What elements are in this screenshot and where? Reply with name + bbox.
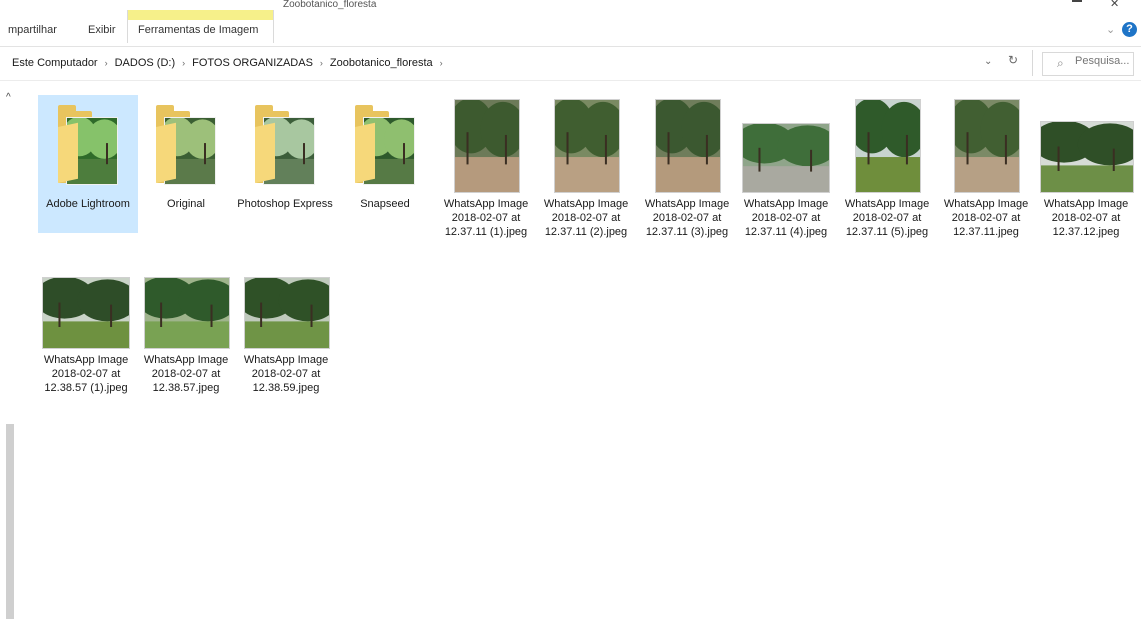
item-label: WhatsApp Image 2018-02-07 at 12.37.12.jp… xyxy=(1043,198,1129,238)
window-title: Zoobotanico_floresta xyxy=(283,0,377,10)
item-label: WhatsApp Image 2018-02-07 at 12.37.11 (1… xyxy=(443,198,529,238)
item-label: WhatsApp Image 2018-02-07 at 12.37.11 (5… xyxy=(844,198,930,238)
image-thumbnail xyxy=(837,95,937,195)
breadcrumb-este-computador[interactable]: Este Computador xyxy=(8,57,102,69)
folder-item[interactable]: Original xyxy=(136,95,236,233)
image-file-item[interactable]: WhatsApp Image 2018-02-07 at 12.38.59.jp… xyxy=(236,251,336,394)
folder-item[interactable]: Snapseed xyxy=(335,95,435,233)
image-file-item[interactable]: WhatsApp Image 2018-02-07 at 12.37.11.jp… xyxy=(936,95,1036,238)
address-dropdown-icon[interactable]: ⌄ xyxy=(984,56,992,67)
folder-icon xyxy=(136,95,236,195)
contextual-tab-highlight xyxy=(128,10,273,20)
breadcrumb-chevron-icon[interactable]: › xyxy=(317,58,326,68)
item-label: Snapseed xyxy=(360,198,410,210)
item-label: WhatsApp Image 2018-02-07 at 12.38.57.jp… xyxy=(143,354,229,394)
image-file-item[interactable]: WhatsApp Image 2018-02-07 at 12.37.12.jp… xyxy=(1036,95,1136,238)
item-label: WhatsApp Image 2018-02-07 at 12.37.11 (4… xyxy=(743,198,829,238)
divider xyxy=(1032,50,1033,76)
address-bar[interactable]: Este Computador › DADOS (D:) › FOTOS ORG… xyxy=(0,52,1032,74)
image-file-item[interactable]: WhatsApp Image 2018-02-07 at 12.38.57 (1… xyxy=(36,251,136,394)
ribbon: Zoobotanico_floresta mpartilhar Exibir F… xyxy=(0,0,1141,47)
item-label: WhatsApp Image 2018-02-07 at 12.38.57 (1… xyxy=(43,354,129,394)
image-file-item[interactable]: WhatsApp Image 2018-02-07 at 12.37.11 (4… xyxy=(736,95,836,238)
image-thumbnail xyxy=(236,251,336,351)
item-label: Photoshop Express xyxy=(237,198,333,210)
image-thumbnail xyxy=(637,95,737,195)
breadcrumb-chevron-icon[interactable]: › xyxy=(102,58,111,68)
image-thumbnail xyxy=(536,95,636,195)
help-icon[interactable]: ? xyxy=(1122,22,1137,37)
image-thumbnail xyxy=(936,95,1036,195)
minimize-icon[interactable] xyxy=(1072,0,1082,2)
image-file-item[interactable]: WhatsApp Image 2018-02-07 at 12.38.57.jp… xyxy=(136,251,236,394)
tab-compartilhar[interactable]: mpartilhar xyxy=(4,21,61,39)
image-thumbnail xyxy=(36,251,136,351)
image-thumbnail xyxy=(1036,95,1136,195)
scrollbar-thumb[interactable] xyxy=(6,424,14,619)
tab-exibir[interactable]: Exibir xyxy=(84,21,120,39)
breadcrumb-chevron-icon[interactable]: › xyxy=(437,58,446,68)
tab-ferramentas-de-imagem[interactable]: Ferramentas de Imagem xyxy=(127,10,274,43)
item-label: WhatsApp Image 2018-02-07 at 12.37.11 (2… xyxy=(543,198,629,238)
image-file-item[interactable]: WhatsApp Image 2018-02-07 at 12.37.11 (2… xyxy=(536,95,636,238)
divider xyxy=(0,80,1141,81)
search-box[interactable]: ⌕ xyxy=(1042,52,1134,76)
expand-ribbon-chevron-icon[interactable]: ⌄ xyxy=(1106,23,1115,36)
breadcrumb-zoobotanico-floresta[interactable]: Zoobotanico_floresta xyxy=(326,57,437,69)
image-file-item[interactable]: WhatsApp Image 2018-02-07 at 12.37.11 (5… xyxy=(837,95,937,238)
breadcrumb: Este Computador › DADOS (D:) › FOTOS ORG… xyxy=(8,52,446,74)
vertical-scrollbar[interactable]: ^ xyxy=(0,86,18,619)
image-file-item[interactable]: WhatsApp Image 2018-02-07 at 12.37.11 (1… xyxy=(436,95,536,238)
folder-icon xyxy=(335,95,435,195)
item-label: WhatsApp Image 2018-02-07 at 12.37.11 (3… xyxy=(644,198,730,238)
folder-item[interactable]: Adobe Lightroom xyxy=(38,95,138,233)
search-icon: ⌕ xyxy=(1057,56,1064,70)
breadcrumb-chevron-icon[interactable]: › xyxy=(179,58,188,68)
folder-icon xyxy=(38,95,138,195)
image-thumbnail xyxy=(436,95,536,195)
folder-icon xyxy=(235,95,335,195)
breadcrumb-dados[interactable]: DADOS (D:) xyxy=(111,57,180,69)
refresh-icon[interactable]: ↻ xyxy=(1008,53,1018,67)
image-file-item[interactable]: WhatsApp Image 2018-02-07 at 12.37.11 (3… xyxy=(637,95,737,238)
image-thumbnail xyxy=(136,251,236,351)
image-thumbnail xyxy=(736,95,836,195)
item-label: WhatsApp Image 2018-02-07 at 12.37.11.jp… xyxy=(943,198,1029,238)
breadcrumb-fotos-organizadas[interactable]: FOTOS ORGANIZADAS xyxy=(188,57,317,69)
item-label: Original xyxy=(167,198,205,210)
scroll-up-icon[interactable]: ^ xyxy=(6,92,11,103)
close-icon[interactable]: ✕ xyxy=(1110,0,1120,10)
item-label: Adobe Lightroom xyxy=(46,198,130,210)
tab-label: Ferramentas de Imagem xyxy=(138,24,259,36)
item-label: WhatsApp Image 2018-02-07 at 12.38.59.jp… xyxy=(243,354,329,394)
folder-item[interactable]: Photoshop Express xyxy=(235,95,335,233)
search-input[interactable] xyxy=(1075,55,1131,67)
